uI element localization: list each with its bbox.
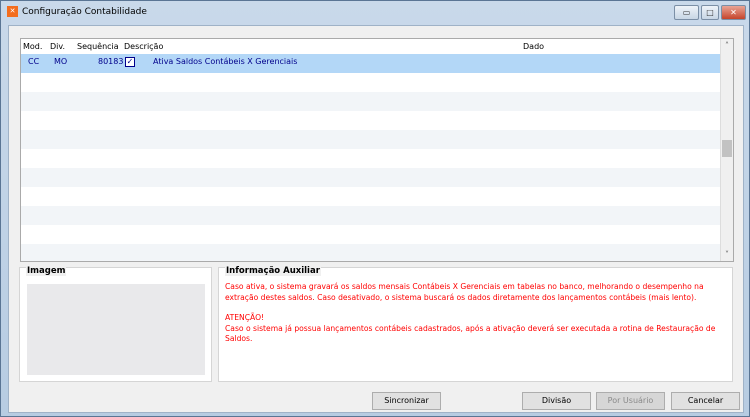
empty-row <box>21 111 721 130</box>
info-line: Caso o sistema já possua lançamentos con… <box>225 323 716 344</box>
empty-row <box>21 92 721 111</box>
image-box <box>27 284 205 375</box>
cell-mod: CC <box>28 57 40 66</box>
col-mod[interactable]: Mod. <box>23 42 42 51</box>
empty-row <box>21 130 721 149</box>
image-label: Imagem <box>26 266 67 276</box>
by-user-button[interactable]: Por Usuário <box>596 392 665 410</box>
window: ✕ Configuração Contabilidade ▭ □ ✕ Mod. … <box>0 0 750 417</box>
cell-div: MO <box>54 57 68 66</box>
window-title: Configuração Contabilidade <box>22 6 147 17</box>
empty-row <box>21 225 721 244</box>
client-area: Mod. Div. Sequência Descrição Dado CC MO… <box>8 25 744 413</box>
grid-header: Mod. Div. Sequência Descrição Dado <box>21 39 721 54</box>
info-label: Informação Auxiliar <box>225 266 321 276</box>
col-seq[interactable]: Sequência <box>77 42 119 51</box>
division-button[interactable]: Divisão <box>522 392 591 410</box>
empty-row <box>21 168 721 187</box>
cell-desc: Ativa Saldos Contábeis X Gerenciais <box>153 57 298 66</box>
minimize-button[interactable]: ▭ <box>674 5 699 20</box>
vertical-scrollbar[interactable]: ˄ ˅ <box>720 39 733 261</box>
info-group: Informação Auxiliar Caso ativa, o sistem… <box>218 266 733 382</box>
empty-row <box>21 187 721 206</box>
app-icon: ✕ <box>7 6 18 17</box>
empty-row <box>21 206 721 225</box>
close-button[interactable]: ✕ <box>721 5 746 20</box>
scroll-down-icon[interactable]: ˅ <box>721 250 733 259</box>
info-warning: ATENÇÃO! <box>225 313 265 322</box>
scroll-up-icon[interactable]: ˄ <box>721 41 733 50</box>
info-line: Caso ativa, o sistema gravará os saldos … <box>225 282 704 302</box>
col-desc[interactable]: Descrição <box>124 42 163 51</box>
title-bar: ✕ Configuração Contabilidade <box>7 6 147 17</box>
empty-row <box>21 73 721 92</box>
config-grid: Mod. Div. Sequência Descrição Dado CC MO… <box>20 38 734 262</box>
scroll-thumb[interactable] <box>722 140 732 157</box>
cell-seq: 80183 <box>98 57 124 66</box>
col-div[interactable]: Div. <box>50 42 65 51</box>
empty-row <box>21 149 721 168</box>
cancel-button[interactable]: Cancelar <box>671 392 740 410</box>
active-checkbox[interactable]: ✓ <box>125 57 135 67</box>
col-dado[interactable]: Dado <box>523 42 544 51</box>
maximize-button[interactable]: □ <box>701 5 719 20</box>
image-group: Imagem <box>19 266 212 382</box>
table-row[interactable]: CC MO 80183 ✓ Ativa Saldos Contábeis X G… <box>21 54 721 73</box>
sync-button[interactable]: Sincronizar <box>372 392 441 410</box>
empty-row <box>21 244 721 261</box>
info-text: Caso ativa, o sistema gravará os saldos … <box>225 282 724 345</box>
